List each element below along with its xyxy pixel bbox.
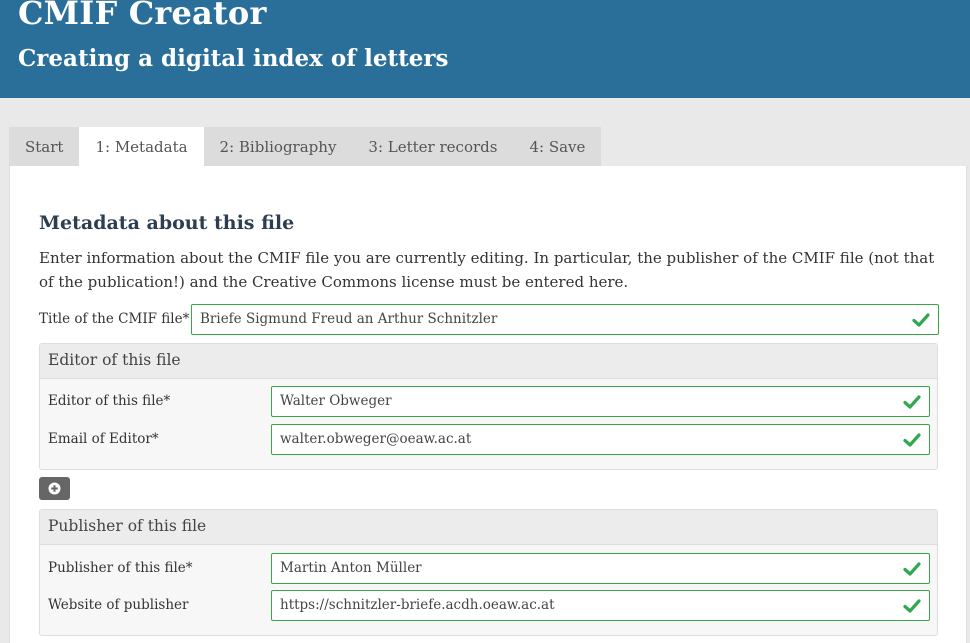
- tab-bibliography[interactable]: 2: Bibliography: [203, 127, 353, 166]
- metadata-form: Metadata about this file Enter informati…: [9, 166, 967, 643]
- editor-input-value: Walter Obweger: [280, 393, 392, 409]
- title-input-value: Briefe Sigmund Freud an Arthur Schnitzle…: [200, 311, 498, 327]
- check-icon: [903, 599, 921, 613]
- check-icon: [903, 395, 921, 409]
- editor-input[interactable]: Walter Obweger: [271, 386, 930, 417]
- check-icon: [903, 562, 921, 576]
- tab-save[interactable]: 4: Save: [513, 127, 602, 166]
- publisher-label: Publisher of this file*: [48, 560, 193, 576]
- editor-label: Editor of this file*: [48, 393, 171, 409]
- publisher-panel: Publisher of this file Publisher of this…: [39, 509, 938, 636]
- intro-text: Enter information about the CMIF file yo…: [39, 249, 935, 291]
- publisher-input-value: Martin Anton Müller: [280, 560, 422, 576]
- title-field-label: Title of the CMIF file*: [39, 311, 190, 327]
- email-input-value: walter.obweger@oeaw.ac.at: [280, 431, 472, 447]
- app-header: CMIF Creator Creating a digital index of…: [0, 0, 970, 98]
- title-input[interactable]: Briefe Sigmund Freud an Arthur Schnitzle…: [191, 304, 939, 335]
- tab-letter-records[interactable]: 3: Letter records: [352, 127, 514, 166]
- editor-panel-heading: Editor of this file: [40, 344, 937, 379]
- plus-circle-icon: [48, 482, 61, 495]
- app-title: CMIF Creator: [18, 0, 267, 32]
- email-label: Email of Editor*: [48, 431, 159, 447]
- website-input-value: https://schnitzler-briefe.acdh.oeaw.ac.a…: [280, 597, 555, 613]
- add-editor-button[interactable]: [39, 477, 70, 500]
- tab-bar: Start 1: Metadata 2: Bibliography 3: Let…: [9, 127, 602, 166]
- check-icon: [912, 313, 930, 327]
- tab-metadata[interactable]: 1: Metadata: [79, 127, 204, 166]
- section-title: Metadata about this file: [39, 212, 295, 234]
- app-subtitle: Creating a digital index of letters: [18, 45, 449, 72]
- email-input[interactable]: walter.obweger@oeaw.ac.at: [271, 424, 930, 455]
- publisher-panel-heading: Publisher of this file: [40, 510, 937, 545]
- tab-start[interactable]: Start: [9, 127, 80, 166]
- publisher-input[interactable]: Martin Anton Müller: [271, 553, 930, 584]
- website-input[interactable]: https://schnitzler-briefe.acdh.oeaw.ac.a…: [271, 590, 930, 621]
- editor-panel: Editor of this file Editor of this file*…: [39, 343, 938, 470]
- check-icon: [903, 433, 921, 447]
- website-label: Website of publisher: [48, 597, 189, 613]
